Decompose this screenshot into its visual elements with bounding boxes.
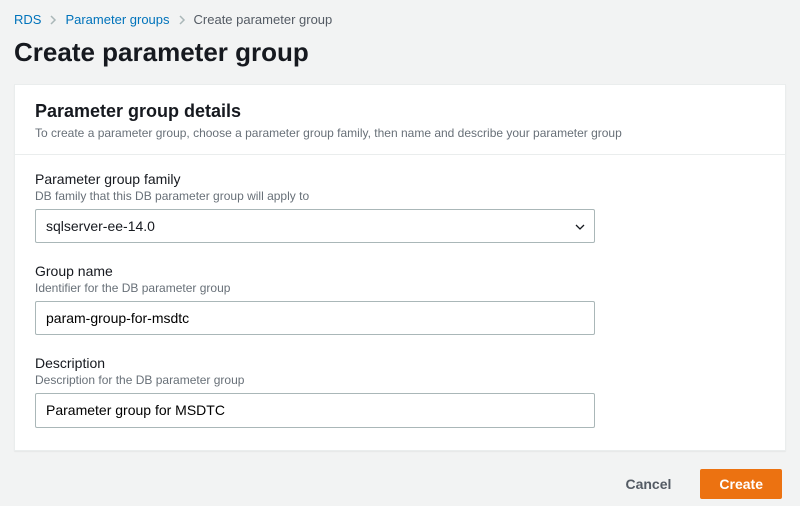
family-select-value[interactable]: sqlserver-ee-14.0 [35, 209, 595, 243]
actions-row: Cancel Create [14, 469, 786, 499]
field-group-name: Group name Identifier for the DB paramet… [35, 263, 765, 335]
panel-parameter-group-details: Parameter group details To create a para… [14, 84, 786, 451]
field-hint: DB family that this DB parameter group w… [35, 189, 765, 203]
family-select[interactable]: sqlserver-ee-14.0 [35, 209, 595, 243]
breadcrumb: RDS Parameter groups Create parameter gr… [14, 12, 786, 27]
create-button[interactable]: Create [700, 469, 782, 499]
panel-subtitle: To create a parameter group, choose a pa… [35, 126, 765, 140]
field-description: Description Description for the DB param… [35, 355, 765, 427]
cancel-button[interactable]: Cancel [606, 469, 690, 499]
chevron-right-icon [178, 15, 186, 25]
panel-body: Parameter group family DB family that th… [15, 155, 785, 450]
field-hint: Description for the DB parameter group [35, 373, 765, 387]
panel-header: Parameter group details To create a para… [15, 85, 785, 155]
chevron-right-icon [49, 15, 57, 25]
field-hint: Identifier for the DB parameter group [35, 281, 765, 295]
breadcrumb-link-rds[interactable]: RDS [14, 12, 41, 27]
description-input[interactable] [35, 393, 595, 427]
field-label: Parameter group family [35, 171, 765, 187]
field-label: Description [35, 355, 765, 371]
group-name-input[interactable] [35, 301, 595, 335]
panel-title: Parameter group details [35, 101, 765, 122]
page-title: Create parameter group [14, 37, 786, 68]
breadcrumb-link-parameter-groups[interactable]: Parameter groups [65, 12, 169, 27]
field-parameter-group-family: Parameter group family DB family that th… [35, 171, 765, 243]
field-label: Group name [35, 263, 765, 279]
breadcrumb-current: Create parameter group [194, 12, 333, 27]
